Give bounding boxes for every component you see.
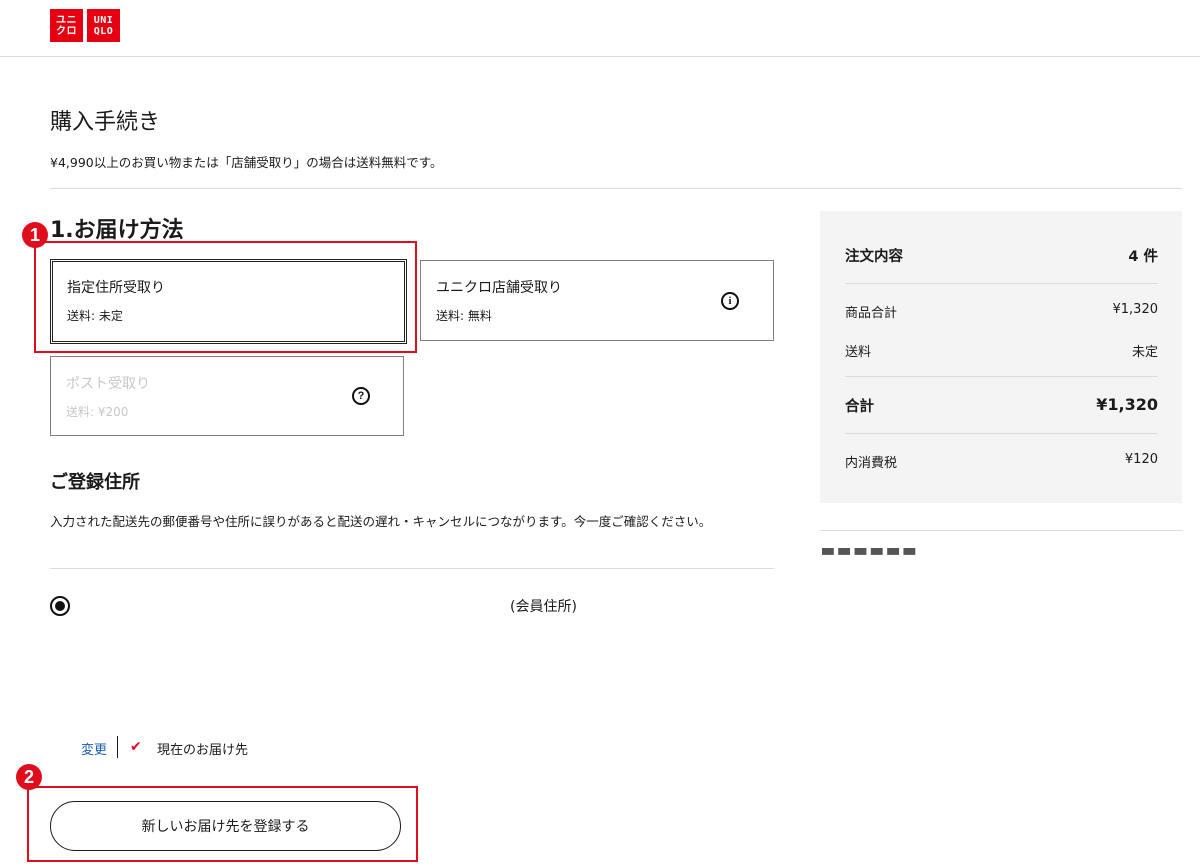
- check-icon: ✔: [130, 739, 142, 755]
- delivery-method-title: 1.お届け方法: [50, 218, 184, 243]
- annotation-marker-2: 2: [16, 764, 42, 790]
- help-icon[interactable]: ?: [352, 387, 370, 405]
- shipping-notice: ¥4,990以上のお買い物または「店舗受取り」の場合は送料無料です。: [50, 155, 443, 170]
- annotation-box-1: [34, 241, 417, 353]
- divider: [845, 433, 1158, 434]
- total-value: ¥1,320: [1096, 395, 1158, 414]
- subtotal-row: 商品合計 ¥1,320: [845, 302, 1158, 321]
- address-warning: 入力された配送先の郵便番号や住所に誤りがあると配送の遅れ・キャンセルにつながりま…: [50, 514, 712, 529]
- delivery-option-store[interactable]: ユニクロ店舗受取り 送料: 無料 i: [420, 260, 774, 341]
- registered-address-title: ご登録住所: [50, 472, 140, 493]
- shipping-row: 送料 未定: [845, 341, 1158, 360]
- divider: [117, 736, 118, 758]
- total-label: 合計: [845, 399, 874, 415]
- option-title: ポスト受取り: [66, 376, 150, 392]
- item-count: 4 件: [1128, 249, 1158, 265]
- option-title: ユニクロ店舗受取り: [436, 280, 562, 296]
- annotation-box-2: [27, 786, 418, 862]
- divider: [820, 530, 1182, 531]
- tax-label: 内消費税: [845, 456, 898, 471]
- total-row: 合計 ¥1,320: [845, 395, 1158, 416]
- divider: [50, 568, 774, 569]
- logo-tile-katakana: ユニ クロ: [50, 9, 83, 42]
- logo-text: UNI: [93, 14, 114, 26]
- logo-text: クロ: [56, 25, 77, 37]
- summary-title: 注文内容: [845, 249, 903, 265]
- logo-text: ユニ: [56, 14, 77, 26]
- annotation-marker-1: 1: [22, 222, 48, 248]
- delivery-option-post: ポスト受取り 送料: ¥200 ?: [50, 356, 404, 436]
- member-address-radio[interactable]: [50, 596, 70, 616]
- logo-tile-latin: UNI QLO: [87, 9, 120, 42]
- page-title: 購入手続き: [50, 110, 161, 135]
- current-address-label: 現在のお届け先: [157, 743, 249, 758]
- shipping-label: 送料: [845, 345, 872, 360]
- site-header: ユニ クロ UNI QLO: [0, 0, 1200, 57]
- change-address-link[interactable]: 変更: [81, 739, 107, 758]
- radio-selected-dot: [55, 601, 65, 611]
- subtotal-value: ¥1,320: [1112, 302, 1159, 317]
- divider: [845, 283, 1158, 284]
- subtotal-label: 商品合計: [845, 306, 898, 321]
- clipped-content: ▀ ▀ ▀ ▀ ▀ ▀: [822, 548, 942, 556]
- summary-header-row: 注文内容 4 件: [845, 245, 1158, 266]
- uniqlo-logo[interactable]: ユニ クロ UNI QLO: [50, 9, 120, 42]
- member-address-label: (会員住所): [510, 599, 577, 615]
- option-fee: 送料: 無料: [436, 309, 492, 323]
- tax-row: 内消費税 ¥120: [845, 452, 1158, 471]
- logo-text: QLO: [93, 25, 114, 37]
- tax-value: ¥120: [1124, 452, 1158, 467]
- info-icon[interactable]: i: [721, 292, 739, 310]
- divider: [50, 188, 1182, 189]
- order-summary: 注文内容 4 件 商品合計 ¥1,320 送料 未定 合計 ¥1,320 内消費…: [820, 211, 1182, 503]
- option-fee: 送料: ¥200: [66, 405, 129, 419]
- shipping-value: 未定: [1131, 345, 1158, 360]
- divider: [845, 376, 1158, 377]
